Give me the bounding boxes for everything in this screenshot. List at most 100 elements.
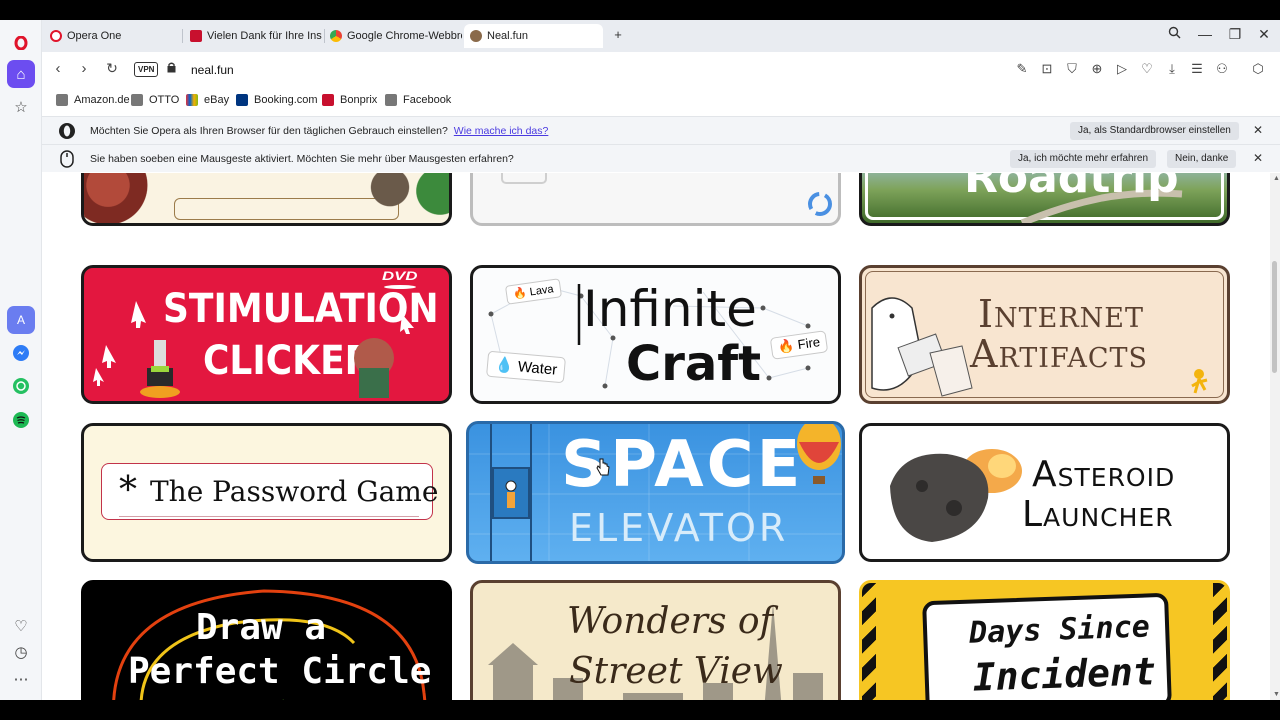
card-password-game[interactable]: * The Password Game [81,423,452,562]
asteroid-title: Asteroid [1032,454,1176,495]
set-default-button[interactable]: Ja, als Standardbrowser einstellen [1070,122,1239,140]
opera-logo-icon[interactable] [7,29,35,57]
neal-favicon-icon [470,30,482,42]
tab-title: Opera One [67,30,122,42]
booking-icon [236,94,248,106]
translate-icon[interactable]: ⊕ [1088,61,1106,77]
messenger-icon[interactable] [7,339,35,367]
camera-icon[interactable]: ⊡ [1038,61,1056,77]
perfect-circle-title: Perfect Circle [128,651,432,692]
more-icon[interactable]: ⋯ [7,665,35,693]
page-icon [385,94,397,106]
artifacts-title: Artifacts [970,332,1149,376]
close-window-icon[interactable]: ✕ [1254,26,1274,43]
card-stimulation-clicker[interactable]: DVD STIMULATION CLICKER [81,265,452,404]
extensions-icon[interactable]: ⬡ [1249,61,1267,77]
bookmarks-bar: Amazon.de OTTO eBay Booking.com Bonprix … [42,88,1280,114]
scrollbar-thumb[interactable] [1272,261,1277,373]
aria-icon[interactable]: A [7,306,35,334]
tab-nealfun[interactable]: Neal.fun [464,24,603,48]
bookmark-bonprix[interactable]: Bonprix [322,94,377,106]
shield-icon[interactable]: ⛉ [1063,61,1081,77]
page-icon [131,94,143,106]
minimize-icon[interactable]: — [1195,26,1215,42]
new-tab-icon[interactable]: + [608,27,628,42]
browser-window: ⌂ ☆ A ♡ ◷ ⋯ Opera One Vielen Dank für Ih… [0,20,1280,700]
card-top-left[interactable] [81,173,452,226]
tab-chrome[interactable]: Google Chrome-Webbrow [324,24,462,48]
no-thanks-button[interactable]: Nein, danke [1167,150,1237,168]
edit-icon[interactable]: ✎ [1013,61,1031,77]
card-internet-artifacts[interactable]: Internet Artifacts [859,265,1230,404]
history-icon[interactable]: ◷ [7,638,35,666]
restore-icon[interactable]: ❐ [1225,26,1245,43]
reload-icon[interactable]: ↻ [102,60,122,77]
back-icon[interactable]: ‹ [48,60,68,77]
leaf-image [416,173,449,223]
chrome-favicon-icon [330,30,342,42]
heart-icon[interactable]: ♡ [1138,61,1156,77]
close-icon[interactable]: ✕ [1253,123,1263,137]
card-infinite-craft[interactable]: 🔥 Lava 💧 Water 🔥 Fire Infinite Craft [470,265,841,404]
card-top-middle[interactable] [470,173,841,226]
spotify-icon[interactable] [7,406,35,434]
default-browser-bar: Möchten Sie Opera als Ihren Browser für … [42,116,1280,144]
mouse-icon [60,150,74,168]
opera-favicon-icon [50,30,62,42]
page-content: Roadtrip DVD STIMULATION CLICKER 🔥 Lava … [43,173,1270,700]
sidebar: ⌂ ☆ A ♡ ◷ ⋯ [0,20,42,700]
bonprix-icon [322,94,334,106]
box-image [501,173,547,184]
tab-vielen-dank[interactable]: Vielen Dank für Ihre Instal [184,24,322,48]
how-to-link[interactable]: Wie mache ich das? [454,125,549,137]
card-asteroid-launcher[interactable]: Asteroid Launcher [859,423,1230,562]
cat-image [366,173,414,218]
ebay-icon [186,94,198,106]
card-space-elevator[interactable]: SPACE ELEVATOR [466,421,845,564]
whatsapp-icon[interactable] [7,372,35,400]
asterisk-icon: * [119,470,137,511]
card-roadtrip[interactable]: Roadtrip [859,173,1230,226]
close-icon[interactable]: ✕ [1253,151,1263,165]
bookmark-booking[interactable]: Booking.com [236,94,318,106]
opera-icon [59,123,75,139]
profile-icon[interactable]: ⚇ [1213,61,1231,77]
tab-title: Vielen Dank für Ihre Instal [207,30,322,42]
heart-icon[interactable]: ♡ [7,612,35,640]
home-icon[interactable]: ⌂ [7,60,35,88]
page-scrollbar[interactable]: ▲ ▼ [1270,173,1280,700]
learn-more-button[interactable]: Ja, ich möchte mehr erfahren [1010,150,1157,168]
forward-icon[interactable]: › [74,60,94,77]
craft-title: Craft [626,336,762,392]
mouse-gesture-bar: Sie haben soeben eine Mausgeste aktivier… [42,144,1280,172]
bookmark-facebook[interactable]: Facebook [385,94,451,106]
sign-board: Days Since Incident [922,592,1172,700]
card-days-since-incident[interactable]: Days Since Incident [859,580,1230,700]
search-tabs-icon[interactable] [1164,26,1184,42]
bookmark-otto[interactable]: OTTO [131,94,179,106]
launcher-title: Launcher [1022,494,1174,535]
password-title: The Password Game [150,475,439,508]
star-icon[interactable]: ☆ [7,93,35,121]
tab-bar: Opera One Vielen Dank für Ihre Instal Go… [42,20,1280,52]
easy-setup-icon[interactable]: ☰ [1188,61,1206,77]
internet-title: Internet [978,292,1145,336]
incident-title: Incident [972,649,1157,700]
wonders-title: Wonders of [567,601,773,642]
shield-favicon-icon [190,30,202,42]
download-icon[interactable]: ⤓ [1163,61,1181,77]
url-field[interactable]: neal.fun [191,63,234,77]
bookmark-amazon[interactable]: Amazon.de [56,94,130,106]
page-icon [56,94,68,106]
cursor-icons [93,301,414,398]
bookmark-ebay[interactable]: eBay [186,94,229,106]
vpn-badge[interactable]: VPN [134,62,159,77]
card-wonders-street-view[interactable]: Wonders of Street View [470,580,841,700]
flower-image [84,173,164,223]
send-icon[interactable]: ▷ [1113,61,1131,77]
street-view-title: Street View [569,651,783,692]
mouse-gesture-text: Sie haben soeben eine Mausgeste aktivier… [90,153,514,165]
card-draw-perfect-circle[interactable]: Draw a Perfect Circle [81,580,452,700]
tab-opera-one[interactable]: Opera One [44,24,180,48]
elevator-title: ELEVATOR [569,506,789,550]
